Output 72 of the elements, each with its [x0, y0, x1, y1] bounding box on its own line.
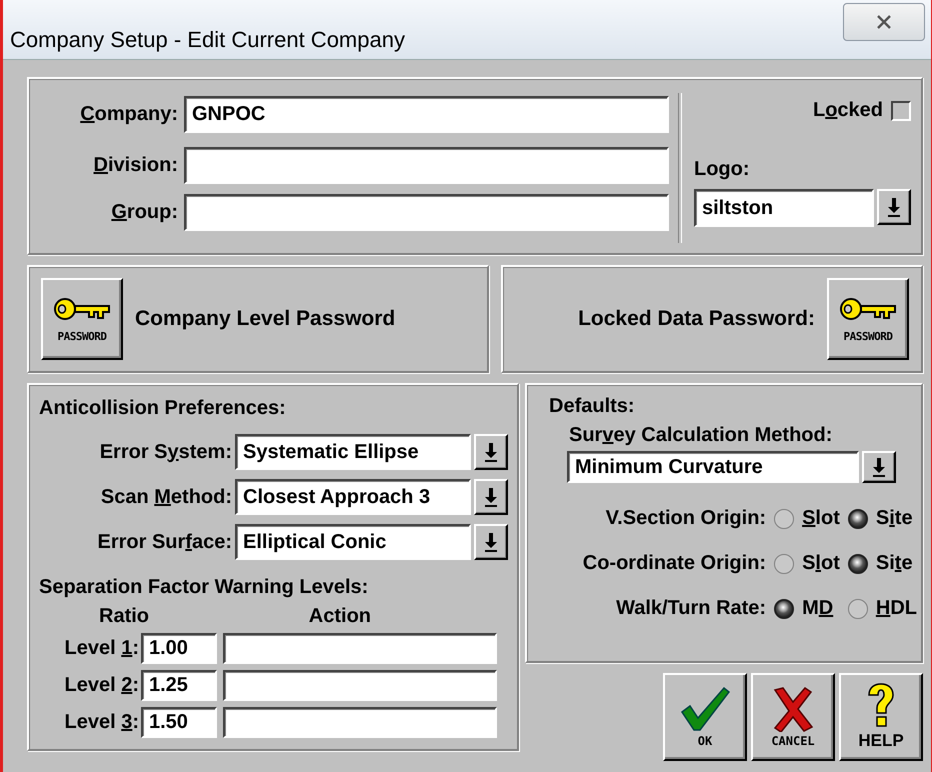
password-label: Locked Data Password:: [578, 307, 815, 331]
radio-button[interactable]: [774, 598, 794, 618]
down-arrow-icon: [872, 457, 886, 477]
down-arrow-icon: [484, 442, 498, 462]
radio-label: HDL: [876, 597, 917, 620]
input-field[interactable]: 1.50: [141, 707, 217, 738]
input-field[interactable]: [223, 707, 497, 738]
window-title: Company Setup - Edit Current Company: [10, 27, 405, 53]
section-title: Defaults:: [549, 395, 636, 418]
password-button[interactable]: PASSWORD: [41, 278, 123, 360]
field-label: Company:: [79, 103, 179, 126]
radio-button[interactable]: [774, 508, 794, 528]
field-label: Level 1:: [64, 637, 140, 660]
field-label: Group:: [110, 201, 179, 224]
radio-group-label: Co-ordinate Origin:: [582, 552, 766, 575]
cancel-button[interactable]: CANCEL: [751, 673, 835, 761]
radio-button[interactable]: [848, 554, 868, 574]
field-label: Level 3:: [64, 711, 140, 734]
password-button[interactable]: PASSWORD: [827, 278, 909, 360]
input-field[interactable]: GNPOC: [184, 96, 669, 133]
radio-label: Site: [876, 507, 913, 530]
radio-label: MD: [802, 597, 834, 620]
dropdown-button[interactable]: [862, 451, 896, 483]
checkbox-label: Locked: [812, 99, 883, 122]
section-title: Anticollision Preferences:: [39, 397, 287, 420]
dropdown-field[interactable]: siltston: [694, 189, 874, 227]
column-header: Action: [308, 604, 371, 628]
dropdown-field[interactable]: Minimum Curvature: [567, 451, 859, 483]
radio-button[interactable]: [848, 598, 868, 618]
input-field[interactable]: [223, 670, 497, 701]
dropdown-field[interactable]: Elliptical Conic: [235, 524, 471, 560]
radio-group-label: Walk/Turn Rate:: [615, 597, 766, 620]
field-label: Level 2:: [64, 674, 140, 697]
dropdown-button[interactable]: [474, 524, 508, 560]
down-arrow-icon: [484, 532, 498, 552]
cross-icon: [771, 686, 815, 732]
input-field[interactable]: 1.00: [141, 633, 217, 664]
password-label: Company Level Password: [135, 307, 396, 331]
input-field[interactable]: [223, 633, 497, 664]
dropdown-button[interactable]: [877, 189, 911, 225]
input-field[interactable]: 1.25: [141, 670, 217, 701]
down-arrow-icon: [887, 197, 901, 217]
ok-button[interactable]: OK: [663, 673, 747, 761]
field-label: Division:: [92, 154, 179, 177]
dropdown-field[interactable]: Closest Approach 3: [235, 479, 471, 515]
section-title: Separation Factor Warning Levels:: [39, 576, 370, 599]
checkbox[interactable]: [891, 100, 911, 120]
field-label: Error Surface:: [96, 530, 233, 554]
down-arrow-icon: [484, 487, 498, 507]
radio-button[interactable]: [848, 508, 868, 528]
dropdown-field[interactable]: Systematic Ellipse: [235, 434, 471, 470]
radio-label: Slot: [802, 507, 840, 530]
dropdown-button[interactable]: [474, 479, 508, 515]
radio-label: Slot: [802, 552, 840, 575]
radio-label: Site: [876, 552, 913, 575]
close-button[interactable]: [843, 3, 925, 41]
checkmark-icon: [680, 686, 730, 732]
key-icon: [53, 296, 111, 322]
field-label: Scan Method:: [100, 486, 233, 508]
help-button[interactable]: HELP: [839, 673, 923, 761]
key-icon: [839, 296, 897, 322]
dropdown-button[interactable]: [474, 434, 508, 470]
field-label: Logo:: [694, 158, 751, 181]
question-mark-icon: [866, 683, 896, 729]
column-header: Ratio: [98, 604, 149, 628]
field-label: Error System:: [98, 440, 233, 464]
radio-group-label: V.Section Origin:: [604, 507, 766, 530]
radio-button[interactable]: [774, 554, 794, 574]
input-field[interactable]: [184, 147, 669, 184]
close-icon: [876, 15, 892, 29]
field-label: Survey Calculation Method:: [569, 424, 834, 447]
input-field[interactable]: [184, 194, 669, 231]
